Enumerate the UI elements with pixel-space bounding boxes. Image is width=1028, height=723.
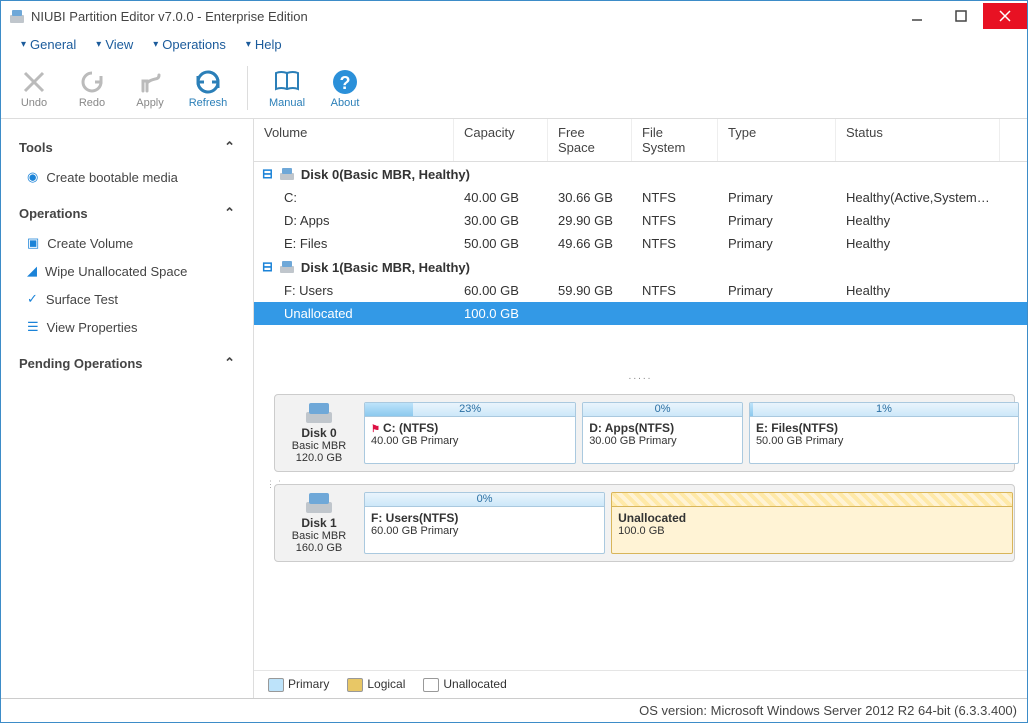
chevron-down-icon: ▾ (96, 39, 101, 50)
hdd-icon (305, 492, 333, 514)
undo-button[interactable]: Undo (11, 67, 57, 109)
splitter[interactable]: ..... (254, 369, 1027, 384)
minimize-button[interactable] (895, 3, 939, 29)
sidebar: Tools ⌃ ◉ Create bootable media Operatio… (1, 119, 253, 698)
toolbar-separator (247, 66, 248, 110)
chevron-down-icon: ▾ (153, 39, 158, 50)
properties-icon: ☰ (27, 319, 39, 335)
about-icon: ? (330, 67, 360, 97)
col-status[interactable]: Status (836, 119, 1000, 161)
redo-icon (77, 67, 107, 97)
disk-panel: Disk 0Basic MBR120.0 GB23%⚑C: (NTFS)40.0… (274, 394, 1015, 472)
hdd-icon (305, 402, 333, 424)
about-button[interactable]: ? About (322, 67, 368, 109)
flag-icon: ⚑ (371, 424, 380, 435)
status-bar: OS version: Microsoft Windows Server 201… (1, 698, 1027, 722)
partition[interactable]: 0%D: Apps(NTFS)30.00 GB Primary (582, 402, 743, 464)
partition[interactable]: 0%F: Users(NTFS)60.00 GB Primary (364, 492, 605, 554)
maximize-button[interactable] (939, 3, 983, 29)
legend-logical: Logical (347, 677, 405, 692)
chevron-down-icon: ▾ (21, 39, 26, 50)
create-volume-icon: ▣ (27, 235, 39, 251)
partition-unallocated[interactable]: Unallocated100.0 GB (611, 492, 1013, 554)
legend-primary: Primary (268, 677, 329, 692)
undo-icon (19, 67, 49, 97)
menu-general[interactable]: ▾General (13, 34, 84, 55)
disk-header[interactable]: ⊟Disk 0(Basic MBR, Healthy) (254, 162, 1027, 186)
col-free[interactable]: Free Space (548, 119, 632, 161)
disk-info[interactable]: Disk 0Basic MBR120.0 GB (282, 402, 356, 464)
col-type[interactable]: Type (718, 119, 836, 161)
menu-operations[interactable]: ▾Operations (145, 34, 234, 55)
app-icon (9, 8, 25, 24)
table-row[interactable]: D: Apps30.00 GB29.90 GBNTFSPrimaryHealth… (254, 209, 1027, 232)
disk-info[interactable]: Disk 1Basic MBR160.0 GB (282, 492, 356, 554)
toolbar: Undo Redo Apply Refresh Manual ? About (1, 57, 1027, 119)
sidebar-group-operations[interactable]: Operations ⌃ (13, 197, 241, 229)
col-volume[interactable]: Volume (254, 119, 454, 161)
chevron-up-icon: ⌃ (224, 139, 235, 155)
disk-map: ⋮⋮ Disk 0Basic MBR120.0 GB23%⚑C: (NTFS)4… (254, 384, 1027, 670)
legend-unallocated: Unallocated (423, 677, 506, 692)
chevron-up-icon: ⌃ (224, 355, 235, 371)
svg-text:?: ? (340, 73, 351, 93)
sidebar-group-pending[interactable]: Pending Operations ⌃ (13, 347, 241, 379)
apply-icon (135, 67, 165, 97)
usage-bar: 0% (583, 403, 742, 417)
usage-bar: 1% (750, 403, 1018, 417)
partition[interactable]: 23%⚑C: (NTFS)40.00 GB Primary (364, 402, 576, 464)
partition[interactable]: 1%E: Files(NTFS)50.00 GB Primary (749, 402, 1019, 464)
chevron-down-icon: ▾ (246, 39, 251, 50)
table-row[interactable]: F: Users60.00 GB59.90 GBNTFSPrimaryHealt… (254, 279, 1027, 302)
sidebar-item-surface-test[interactable]: ✓ Surface Test (13, 285, 241, 313)
usage-bar (612, 493, 1012, 507)
sidebar-item-wipe[interactable]: ◢ Wipe Unallocated Space (13, 257, 241, 285)
col-filesystem[interactable]: File System (632, 119, 718, 161)
table-header: Volume Capacity Free Space File System T… (254, 119, 1027, 162)
check-icon: ✓ (27, 291, 38, 307)
hdd-icon (279, 260, 295, 274)
chevron-up-icon: ⌃ (224, 205, 235, 221)
usage-bar: 0% (365, 493, 604, 507)
table-row[interactable]: Unallocated100.0 GB (254, 302, 1027, 325)
disk-header[interactable]: ⊟Disk 1(Basic MBR, Healthy) (254, 255, 1027, 279)
menu-help[interactable]: ▾Help (238, 34, 290, 55)
refresh-button[interactable]: Refresh (185, 67, 231, 109)
manual-button[interactable]: Manual (264, 67, 310, 109)
minus-icon: ⊟ (262, 259, 273, 275)
sidebar-item-properties[interactable]: ☰ View Properties (13, 313, 241, 341)
menu-view[interactable]: ▾View (88, 34, 141, 55)
refresh-icon (193, 67, 223, 97)
manual-icon (272, 67, 302, 97)
menu-bar: ▾General ▾View ▾Operations ▾Help (1, 31, 1027, 57)
apply-button[interactable]: Apply (127, 67, 173, 109)
sidebar-item-create-volume[interactable]: ▣ Create Volume (13, 229, 241, 257)
title-bar: NIUBI Partition Editor v7.0.0 - Enterpri… (1, 1, 1027, 31)
eraser-icon: ◢ (27, 263, 37, 279)
window-title: NIUBI Partition Editor v7.0.0 - Enterpri… (31, 9, 895, 24)
col-capacity[interactable]: Capacity (454, 119, 548, 161)
sidebar-group-tools[interactable]: Tools ⌃ (13, 131, 241, 163)
drag-handle[interactable]: ⋮⋮ (266, 394, 274, 574)
usage-bar: 23% (365, 403, 575, 417)
volume-table: Volume Capacity Free Space File System T… (254, 119, 1027, 369)
sidebar-item-bootable-media[interactable]: ◉ Create bootable media (13, 163, 241, 191)
redo-button[interactable]: Redo (69, 67, 115, 109)
disk-panel: Disk 1Basic MBR160.0 GB0%F: Users(NTFS)6… (274, 484, 1015, 562)
main-panel: Volume Capacity Free Space File System T… (253, 119, 1027, 698)
disc-icon: ◉ (27, 169, 38, 185)
table-row[interactable]: E: Files50.00 GB49.66 GBNTFSPrimaryHealt… (254, 232, 1027, 255)
minus-icon: ⊟ (262, 166, 273, 182)
close-button[interactable] (983, 3, 1027, 29)
legend: Primary Logical Unallocated (254, 670, 1027, 698)
hdd-icon (279, 167, 295, 181)
table-row[interactable]: C:40.00 GB30.66 GBNTFSPrimaryHealthy(Act… (254, 186, 1027, 209)
